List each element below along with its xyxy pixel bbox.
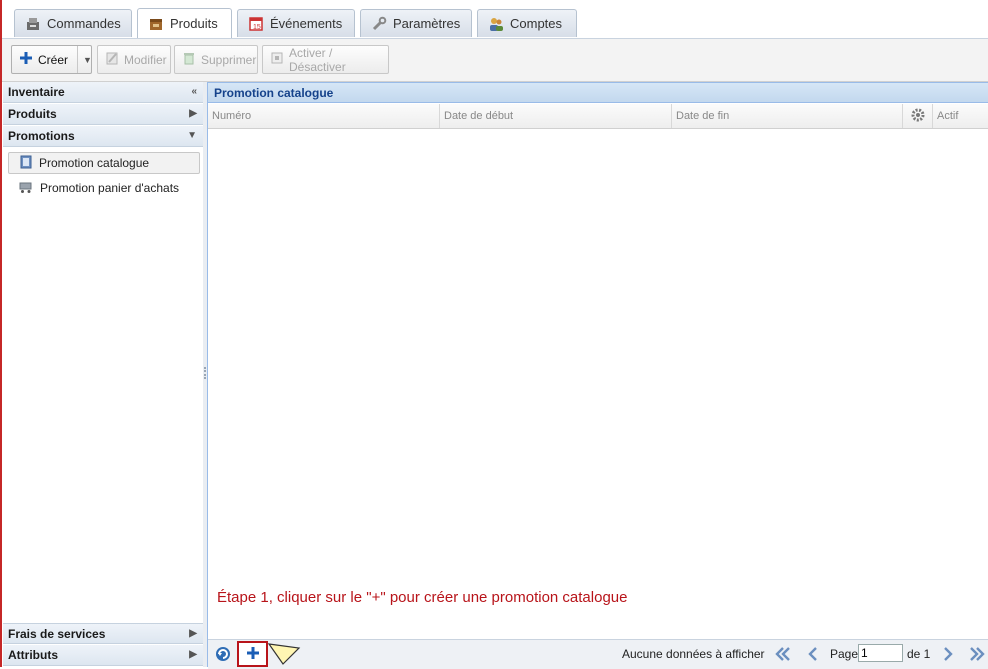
grid-header: Numéro Date de début Date de fin Actif	[208, 104, 988, 129]
column-header-date-fin[interactable]: Date de fin	[672, 104, 903, 128]
sidebar-section-inventaire[interactable]: Inventaire «	[3, 82, 203, 103]
next-page-icon[interactable]	[941, 644, 955, 664]
first-page-icon[interactable]	[774, 644, 792, 664]
add-button[interactable]	[237, 641, 268, 667]
pager-empty-text: Aucune données à afficher	[622, 647, 765, 661]
tutorial-annotation: Étape 1, cliquer sur le "+" pour créer u…	[217, 589, 628, 606]
tab-label: Commandes	[47, 16, 121, 31]
plus-icon	[19, 51, 33, 68]
toggle-active-button[interactable]: Activer / Désactiver	[262, 45, 389, 74]
sidebar-section-promotions[interactable]: Promotions ▼	[3, 126, 203, 147]
sidebar-section-produits[interactable]: Produits ▶	[3, 104, 203, 125]
column-header-numero[interactable]: Numéro	[208, 104, 440, 128]
users-icon	[488, 16, 504, 32]
create-label: Créer	[38, 52, 69, 67]
tab-comptes[interactable]: Comptes	[477, 9, 577, 37]
refresh-icon[interactable]	[214, 644, 232, 664]
column-header-actif[interactable]: Actif	[933, 104, 988, 128]
nav-label: Promotion catalogue	[39, 156, 150, 170]
tab-label: Paramètres	[393, 16, 461, 31]
tab-label: Comptes	[510, 16, 563, 31]
section-label: Inventaire	[8, 85, 65, 99]
nav-label: Promotion panier d'achats	[40, 181, 180, 195]
chevron-down-icon[interactable]: ▼	[77, 46, 92, 73]
section-label: Promotions	[8, 129, 75, 143]
section-label: Produits	[8, 107, 57, 121]
cart-icon	[18, 180, 34, 197]
column-header-date-debut[interactable]: Date de début	[440, 104, 672, 128]
delete-button[interactable]: Supprimer	[174, 45, 258, 74]
tab-label: Événements	[270, 16, 343, 31]
page-number-input[interactable]	[858, 644, 903, 662]
tab-evenements[interactable]: 15 Événements	[237, 9, 355, 37]
prev-page-icon[interactable]	[806, 644, 820, 664]
delete-label: Supprimer	[201, 52, 257, 67]
gear-icon	[910, 107, 926, 126]
page-label: Page	[830, 647, 859, 661]
section-label: Attributs	[8, 648, 58, 662]
sidebar-item-promotion-panier[interactable]: Promotion panier d'achats	[8, 177, 200, 199]
tab-parametres[interactable]: Paramètres	[360, 9, 472, 37]
column-label: Date de début	[444, 110, 514, 122]
toggle-label: Activer / Désactiver	[289, 45, 346, 74]
create-button[interactable]: Créer ▼	[11, 45, 92, 74]
chevron-down-icon: ▼	[187, 130, 197, 141]
collapse-icon[interactable]: «	[191, 86, 197, 97]
sidebar-section-frais[interactable]: Frais de services ▶	[3, 623, 203, 644]
panel-title: Promotion catalogue	[208, 83, 988, 103]
column-label: Date de fin	[676, 110, 730, 122]
sidebar: Inventaire « Produits ▶ Promotions ▼ Pro…	[3, 82, 204, 667]
sidebar-item-promotion-catalogue[interactable]: Promotion catalogue	[8, 152, 200, 174]
tab-commandes[interactable]: Commandes	[14, 9, 132, 37]
column-settings[interactable]	[903, 104, 933, 128]
promotion-grid-panel: Promotion catalogue Numéro Date de début…	[207, 82, 988, 669]
edit-icon	[105, 51, 119, 68]
catalog-icon	[19, 155, 33, 172]
register-icon	[25, 16, 41, 32]
page-edge	[0, 0, 2, 667]
modify-label: Modifier	[124, 52, 167, 67]
tab-produits[interactable]: Produits	[137, 8, 232, 38]
wrench-icon	[371, 16, 387, 32]
page-of-label: de 1	[907, 647, 931, 661]
column-label: Numéro	[212, 110, 252, 122]
svg-text:15: 15	[253, 24, 261, 31]
calendar-icon: 15	[248, 16, 264, 32]
pointer-arrow-icon	[266, 643, 302, 665]
tab-bar: Commandes Produits 15 Événements Paramèt…	[2, 0, 988, 39]
toggle-icon	[270, 51, 284, 68]
modify-button[interactable]: Modifier	[97, 45, 171, 74]
box-icon	[148, 16, 164, 32]
pager-bar: Aucune données à afficher Page de 1	[208, 639, 988, 669]
last-page-icon[interactable]	[968, 644, 986, 664]
chevron-right-icon: ▶	[189, 628, 197, 639]
column-label: Actif	[937, 110, 959, 122]
plus-icon	[246, 646, 260, 663]
toolbar: Créer ▼ Modifier Supprimer Activer / Dés…	[2, 39, 988, 82]
sidebar-section-attributs[interactable]: Attributs ▶	[3, 645, 203, 666]
grid-body	[208, 129, 988, 639]
tab-label: Produits	[170, 16, 218, 31]
chevron-right-icon: ▶	[189, 649, 197, 660]
chevron-right-icon: ▶	[189, 108, 197, 119]
section-label: Frais de services	[8, 626, 106, 641]
trash-icon	[182, 51, 196, 68]
